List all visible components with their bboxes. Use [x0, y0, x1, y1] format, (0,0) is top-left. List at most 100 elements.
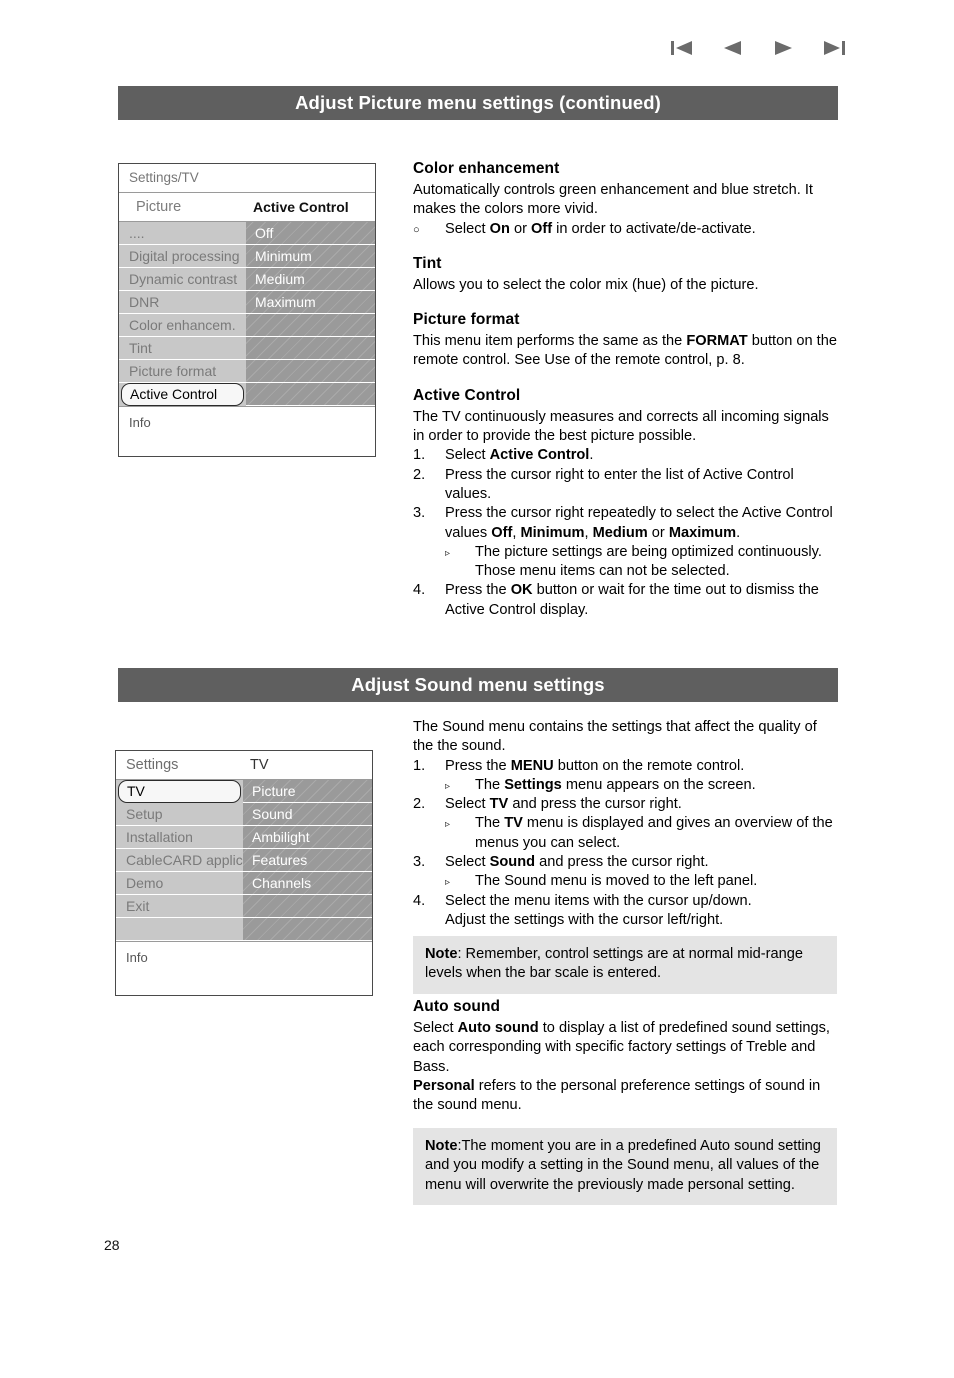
list-item: 3. Select Sound and press the cursor rig… [413, 853, 841, 872]
triangle-bullet-icon: ▹ [445, 780, 451, 792]
next-page-icon[interactable] [770, 38, 796, 58]
list-item [246, 360, 375, 383]
list-item[interactable]: Setup [116, 803, 243, 826]
list-item[interactable]: Minimum [246, 245, 375, 268]
step-bold-minimum: Minimum [520, 524, 585, 541]
list-item: 4. Select the menu items with the cursor… [413, 892, 841, 931]
subnote-pre: The [475, 776, 505, 793]
list-item-selected[interactable]: Active Control [121, 383, 244, 406]
body-sound-intro: The Sound menu contains the settings tha… [413, 719, 817, 755]
list-item[interactable]: Ambilight [243, 826, 372, 849]
list-item-subnote: ▹ The TV menu is displayed and gives an … [445, 814, 841, 853]
body-tint: Allows you to select the color mix (hue)… [413, 276, 759, 293]
list-item[interactable]: Demo [116, 872, 243, 895]
step-number: 3. [413, 505, 426, 522]
list-item[interactable]: Medium [246, 268, 375, 291]
list-item[interactable]: Picture [243, 780, 372, 803]
step-list-active-control: 1. Select Active Control. 2. Press the c… [413, 446, 841, 620]
note-text: :The moment you are in a predefined Auto… [425, 1138, 821, 1193]
step-number: 1. [413, 447, 426, 464]
skip-to-last-icon[interactable] [820, 38, 846, 58]
step-bold-menu: MENU [510, 757, 554, 774]
body-active-control: The TV continuously measures and correct… [413, 408, 829, 445]
list-item[interactable]: Tint [119, 337, 246, 360]
note-box-midrange: Note: Remember, control settings are at … [413, 936, 837, 994]
osd-subheader: Settings TV [116, 751, 372, 780]
osd-right-column: Picture Sound Ambilight Features Channel… [243, 780, 372, 941]
as-bold-personal: Personal [413, 1077, 475, 1094]
list-item [246, 383, 375, 406]
osd-subheader-left: Settings [126, 757, 179, 773]
step-text-pre: Select [445, 854, 490, 871]
step-number: 4. [413, 892, 426, 909]
list-item[interactable]: CableCARD applic. [116, 849, 243, 872]
bullet-bold-off: Off [531, 220, 553, 237]
list-item[interactable]: Sound [243, 803, 372, 826]
list-item: 3. Press the cursor right repeatedly to … [413, 504, 841, 543]
list-item-subnote: ▹ The Settings menu appears on the scree… [445, 776, 841, 795]
list-item[interactable]: Color enhancem. [119, 314, 246, 337]
step-bold-sound: Sound [489, 854, 536, 871]
previous-page-icon[interactable] [720, 38, 746, 58]
list-item: 1. Press the MENU button on the remote c… [413, 757, 841, 776]
step-number: 2. [413, 796, 426, 813]
step-number: 1. [413, 757, 426, 774]
list-item: ○ Select On or Off in order to activate/… [413, 220, 841, 239]
step-bold-maximum: Maximum [668, 524, 737, 541]
bullet-list-color-enhancement: ○ Select On or Off in order to activate/… [413, 220, 841, 239]
list-item[interactable]: .... [119, 222, 246, 245]
step-text-post: . [589, 447, 594, 464]
skip-to-first-icon[interactable] [670, 38, 696, 58]
list-item[interactable]: Exit [116, 895, 243, 918]
list-item-selected[interactable]: TV [118, 780, 241, 803]
note-text: : Remember, control settings are at norm… [425, 946, 803, 982]
step-sep-2: , [584, 524, 593, 541]
bullet-text-post: in order to activate/de-activate. [552, 220, 756, 237]
step-text-post: button on the remote control. [553, 757, 745, 774]
list-item[interactable]: Channels [243, 872, 372, 895]
list-item: 2. Select TV and press the cursor right. [413, 795, 841, 814]
as-personal-post: refers to the personal preference settin… [413, 1077, 821, 1114]
step-bold-off: Off [491, 524, 513, 541]
body-picture-format: This menu item performs the same as the … [413, 332, 841, 371]
step-text-post: and press the cursor right. [508, 796, 682, 813]
list-item[interactable]: Digital processing [119, 245, 246, 268]
page-number: 28 [104, 1237, 120, 1253]
body-personal: Personal refers to the personal preferen… [413, 1077, 841, 1116]
heading-tint: Tint [413, 254, 442, 272]
osd-left-column: TV Setup Installation CableCARD applic. … [116, 780, 243, 941]
note-box-autosound-overwrite: Note:The moment you are in a predefined … [413, 1128, 837, 1205]
step-list-sound: 1. Press the MENU button on the remote c… [413, 757, 841, 931]
list-item [246, 337, 375, 360]
step-bold-medium: Medium [592, 524, 648, 541]
osd-subheader-right: TV [250, 757, 269, 773]
list-item-subnote: ▹ The Sound menu is moved to the left pa… [445, 872, 841, 891]
list-item[interactable]: Picture format [119, 360, 246, 383]
list-item[interactable]: Features [243, 849, 372, 872]
list-item[interactable]: DNR [119, 291, 246, 314]
step-text-line2: Adjust the settings with the cursor left… [445, 911, 724, 928]
osd-panel-settings: Settings TV TV Setup Installation CableC… [115, 750, 373, 996]
subnote-text: The picture settings are being optimized… [475, 543, 822, 580]
osd-info-bar: Info [116, 941, 372, 995]
list-item[interactable]: Maximum [246, 291, 375, 314]
section-banner-sound: Adjust Sound menu settings [118, 668, 838, 702]
osd-panel-picture: Settings/TV Picture Active Control .... … [118, 163, 376, 457]
osd-rows: TV Setup Installation CableCARD applic. … [116, 780, 372, 941]
list-item[interactable]: Installation [116, 826, 243, 849]
note-label: Note [425, 1138, 458, 1154]
step-text-pre: Select the menu items with the cursor up… [445, 892, 752, 909]
step-text-pre: Press the [445, 582, 511, 599]
list-item[interactable]: Dynamic contrast [119, 268, 246, 291]
subnote-post: menu appears on the screen. [561, 776, 756, 793]
picture-section-copy: Color enhancement Automatically controls… [413, 160, 841, 620]
osd-subheader-right: Active Control [253, 199, 349, 215]
as-pre: Select [413, 1020, 458, 1036]
list-item[interactable]: Off [246, 222, 375, 245]
osd-subheader-left: Picture [136, 199, 182, 215]
step-bold: Active Control [489, 447, 590, 464]
pf-pre: This menu item performs the same as the [413, 333, 687, 350]
step-number: 4. [413, 582, 426, 599]
list-item: 1. Select Active Control. [413, 446, 841, 465]
body-color-enhancement: Automatically controls green enhancement… [413, 182, 813, 218]
